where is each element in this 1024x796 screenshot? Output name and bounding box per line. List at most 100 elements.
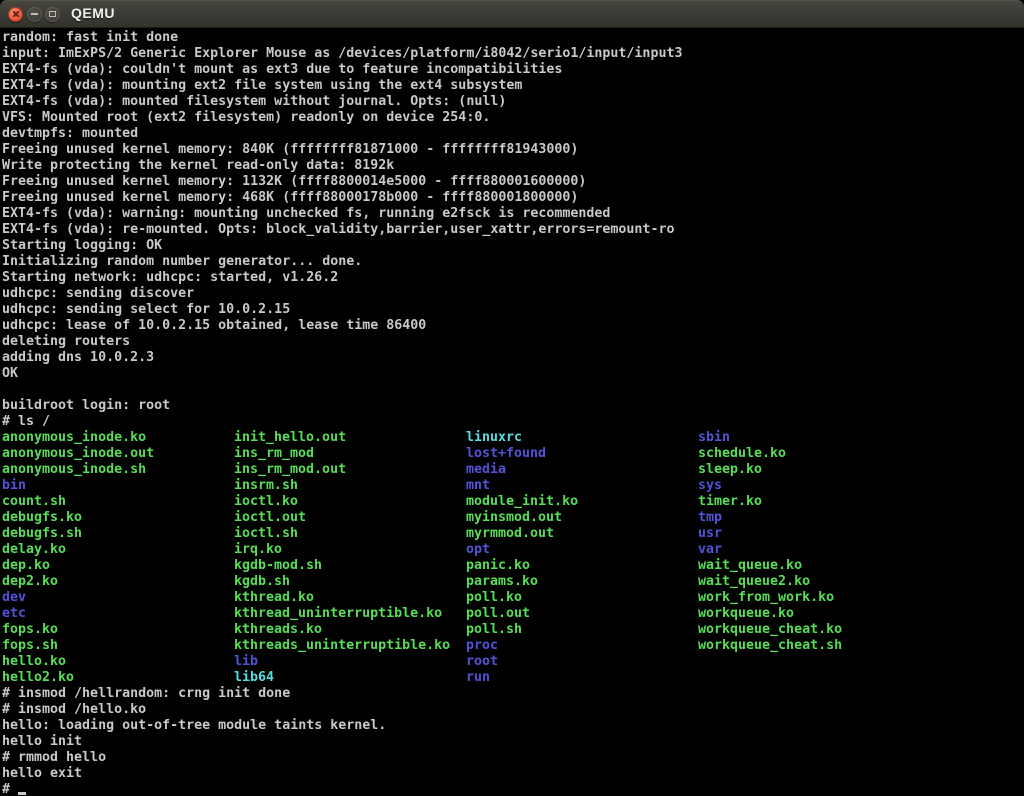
console-line: EXT4-fs (vda): re-mounted. Opts: block_v… [2,222,1024,238]
file-entry: irq.ko [234,542,282,558]
console-line: Freeing unused kernel memory: 840K (ffff… [2,142,1024,158]
console-line: Starting logging: OK [2,238,1024,254]
directory-entry: media [466,462,506,478]
file-entry: fops.ko [2,622,58,638]
console-line: deleting routers [2,334,1024,350]
file-entry: kthreads_uninterruptible.ko [234,638,450,654]
console-line: Starting network: udhcpc: started, v1.26… [2,270,1024,286]
console-line: hello: loading out-of-tree module taints… [2,718,1024,734]
file-entry: kthread_uninterruptible.ko [234,606,442,622]
directory-entry: etc [2,606,26,622]
ls-output-row: bininsrm.shmntsys [2,478,1024,494]
minimize-button[interactable] [27,7,42,22]
symlink-entry: linuxrc [466,430,522,446]
directory-entry: mnt [466,478,490,494]
directory-entry: sbin [698,430,730,446]
directory-entry: lib [234,654,258,670]
titlebar[interactable]: QEMU [0,0,1024,28]
file-entry: dep2.ko [2,574,58,590]
prompt-line: # [2,782,1024,796]
file-entry: wait_queue.ko [698,558,802,574]
file-entry: dep.ko [2,558,50,574]
ls-output-row: delay.ko irq.ko opt var [2,542,1024,558]
console-line: udhcpc: sending select for 10.0.2.15 [2,302,1024,318]
text-cursor [18,792,26,795]
file-entry: poll.sh [466,622,522,638]
ls-output-row: anonymous_inode.out ins_rm_mod lost+found s… [2,446,1024,462]
file-entry: params.ko [466,574,538,590]
file-entry: kthread.ko [234,590,314,606]
ls-output-row: anonymous_inode.ko init_hello.out linuxrc s… [2,430,1024,446]
file-entry: ioctl.ko [234,494,298,510]
ls-output-row: dep.ko kgdb-mod.sh panic.ko wait_queue.ko [2,558,1024,574]
directory-entry: usr [698,526,722,542]
minimize-icon [31,13,38,15]
file-entry: module_init.ko [466,494,578,510]
file-entry: kgdb-mod.sh [234,558,322,574]
ls-output-row: debugfs.sh ioctl.sh myrmmod.out usr [2,526,1024,542]
file-entry: debugfs.sh [2,526,82,542]
file-entry: count.sh [2,494,66,510]
directory-entry: proc [466,638,498,654]
symlink-entry: lib64 [234,670,274,686]
close-button[interactable] [8,7,23,22]
directory-entry: var [698,542,722,558]
file-entry: ins_rm_mod [234,446,314,462]
console-line: udhcpc: lease of 10.0.2.15 obtained, lea… [2,318,1024,334]
maximize-button[interactable] [45,7,60,22]
ls-output-row: fops.shkthreads_uninterruptible.koprocwo… [2,638,1024,654]
window-title: QEMU [71,5,115,21]
file-entry: insrm.sh [234,478,298,494]
console-line: Freeing unused kernel memory: 1132K (fff… [2,174,1024,190]
file-entry: debugfs.ko [2,510,82,526]
console-line: hello init [2,734,1024,750]
file-entry: myinsmod.out [466,510,562,526]
directory-entry: dev [2,590,26,606]
ls-output-row: count.sh ioctl.ko module_init.ko timer.ko [2,494,1024,510]
console-line: buildroot login: root [2,398,1024,414]
directory-entry: tmp [698,510,722,526]
ls-output-row: hello.kolibroot [2,654,1024,670]
file-entry: panic.ko [466,558,530,574]
console-line [2,382,1024,398]
directory-entry: sys [698,478,722,494]
file-entry: ioctl.sh [234,526,298,542]
file-entry: workqueue_cheat.ko [698,622,842,638]
file-entry: anonymous_inode.sh [2,462,146,478]
directory-entry: root [466,654,498,670]
console-line: random: fast init done [2,30,1024,46]
file-entry: kgdb.sh [234,574,290,590]
console-line: Initializing random number generator... … [2,254,1024,270]
file-entry: init_hello.out [234,430,346,446]
directory-entry: opt [466,542,490,558]
file-entry: poll.ko [466,590,522,606]
file-entry: workqueue.ko [698,606,794,622]
file-entry: anonymous_inode.ko [2,430,146,446]
file-entry: ins_rm_mod.out [234,462,346,478]
console-line: hello exit [2,766,1024,782]
maximize-icon [49,11,56,17]
ls-output-row: etc kthread_uninterruptible.ko poll.out wor… [2,606,1024,622]
prompt-text: # [2,782,18,796]
file-entry: poll.out [466,606,530,622]
file-entry: hello2.ko [2,670,74,686]
ls-output-row: debugfs.koioctl.outmyinsmod.outtmp [2,510,1024,526]
file-entry: anonymous_inode.out [2,446,154,462]
file-entry: wait_queue2.ko [698,574,810,590]
ls-output-row: hello2.kolib64run [2,670,1024,686]
console-line: # insmod /hellrandom: crng init done [2,686,1024,702]
ls-output-row: anonymous_inode.shins_rm_mod.outmediasle… [2,462,1024,478]
console-line: VFS: Mounted root (ext2 filesystem) read… [2,110,1024,126]
console-line: Write protecting the kernel read-only da… [2,158,1024,174]
console-line: # rmmod hello [2,750,1024,766]
file-entry: kthreads.ko [234,622,322,638]
console-line: adding dns 10.0.2.3 [2,350,1024,366]
terminal[interactable]: random: fast init doneinput: ImExPS/2 Ge… [0,28,1024,796]
file-entry: delay.ko [2,542,66,558]
file-entry: timer.ko [698,494,762,510]
file-entry: work_from_work.ko [698,590,834,606]
file-entry: myrmmod.out [466,526,554,542]
directory-entry: lost+found [466,446,546,462]
file-entry: schedule.ko [698,446,786,462]
file-entry: workqueue_cheat.sh [698,638,842,654]
